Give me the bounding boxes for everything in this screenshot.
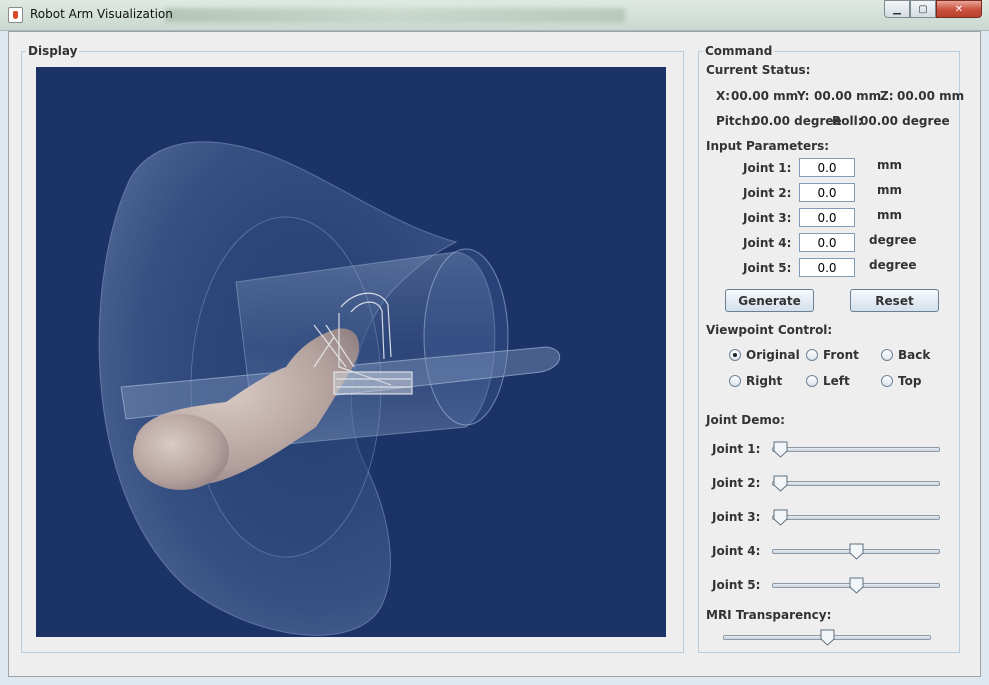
display-panel-title: Display [26,44,80,58]
viewpoint-label: Back [898,348,931,362]
viewpoint-label: Top [898,374,922,388]
close-button[interactable]: ✕ [936,0,982,18]
demo-joint-4-slider[interactable] [772,541,940,561]
viewpoint-radio-front[interactable]: Front [806,348,859,362]
viewpoint-label: Left [823,374,850,388]
joint-demo-heading: Joint Demo: [706,413,785,427]
joint-1-label: Joint 1: [743,161,792,175]
demo-joint-4-label: Joint 4: [712,544,761,558]
window-controls: ▁ ▢ ✕ [884,0,982,18]
radio-button-icon[interactable] [881,375,893,387]
joint-4-unit: degree [869,233,917,247]
viewpoint-radio-right[interactable]: Right [729,374,782,388]
viewpoint-radio-back[interactable]: Back [881,348,930,362]
joint-4-input[interactable]: 0.0 [799,233,855,252]
demo-joint-3-slider[interactable] [772,507,940,527]
maximize-button[interactable]: ▢ [910,0,936,18]
joint-1-input[interactable]: 0.0 [799,158,855,177]
reset-button[interactable]: Reset [850,289,939,312]
status-pitch-value: 00.00 degree [752,114,842,128]
viewpoint-radio-left[interactable]: Left [806,374,850,388]
joint-1-unit: mm [877,158,903,172]
window-client-area: Display Command Current Status: X: 00.00… [8,31,981,677]
demo-joint-1-label: Joint 1: [712,442,761,456]
mri-transparency-heading: MRI Transparency: [706,608,832,622]
command-panel-title: Command [703,44,775,58]
viewpoint-control-heading: Viewpoint Control: [706,323,833,337]
status-y-label: Y: [797,89,810,103]
joint-5-label: Joint 5: [743,261,792,275]
radio-button-icon[interactable] [806,349,818,361]
slider-thumb[interactable] [773,509,788,526]
minimize-button[interactable]: ▁ [884,0,910,18]
demo-joint-5-label: Joint 5: [712,578,761,592]
input-parameters-heading: Input Parameters: [706,139,830,153]
joint-3-input[interactable]: 0.0 [799,208,855,227]
mri-scene [98,141,561,636]
joint-5-input[interactable]: 0.0 [799,258,855,277]
viewpoint-radio-top[interactable]: Top [881,374,921,388]
viewpoint-label: Front [823,348,859,362]
status-pitch-label: Pitch: [716,114,756,128]
joint-4-label: Joint 4: [743,236,792,250]
status-y-value: 00.00 mm [814,89,882,103]
radio-button-icon[interactable] [806,375,818,387]
joint-3-unit: mm [877,208,903,222]
demo-joint-3-label: Joint 3: [712,510,761,524]
status-x-value: 00.00 mm [731,89,799,103]
joint-2-label: Joint 2: [743,186,792,200]
demo-joint-5-slider[interactable] [772,575,940,595]
slider-thumb[interactable] [773,475,788,492]
joint-5-unit: degree [869,258,917,272]
slider-thumb[interactable] [773,441,788,458]
current-status-heading: Current Status: [706,63,811,77]
title-bar[interactable]: Robot Arm Visualization ▁ ▢ ✕ [0,0,989,31]
joint-2-unit: mm [877,183,903,197]
demo-joint-2-label: Joint 2: [712,476,761,490]
window-title: Robot Arm Visualization [30,7,173,21]
status-roll-label: Roll: [832,114,863,128]
joint-2-input[interactable]: 0.0 [799,183,855,202]
slider-track [772,481,940,486]
radio-button-icon[interactable] [729,349,741,361]
java-app-icon [8,7,23,23]
joint-3-label: Joint 3: [743,211,792,225]
title-bar-background [165,8,625,22]
mri-transparency-slider[interactable] [723,627,931,647]
status-roll-value: 00.00 degree [860,114,950,128]
demo-joint-2-slider[interactable] [772,473,940,493]
generate-button[interactable]: Generate [725,289,814,312]
slider-thumb[interactable] [820,629,835,646]
radio-button-icon[interactable] [881,349,893,361]
demo-joint-1-slider[interactable] [772,439,940,459]
slider-thumb[interactable] [849,577,864,594]
status-x-label: X: [716,89,731,103]
3d-viewport[interactable] [36,67,666,637]
viewpoint-label: Original [746,348,800,362]
radio-button-icon[interactable] [729,375,741,387]
slider-thumb[interactable] [849,543,864,560]
status-z-label: Z: [880,89,894,103]
slider-track [772,515,940,520]
viewpoint-label: Right [746,374,783,388]
viewpoint-radio-original[interactable]: Original [729,348,800,362]
status-z-value: 00.00 mm [897,89,965,103]
slider-track [772,447,940,452]
